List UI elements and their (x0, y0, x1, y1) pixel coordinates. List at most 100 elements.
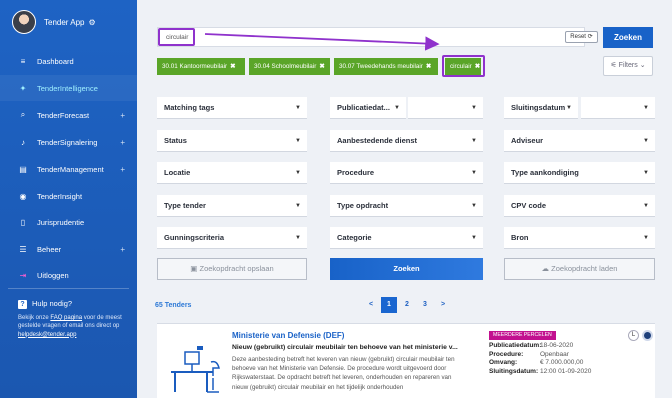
help-title: Hulp nodig? (32, 299, 73, 308)
caret-down-icon: ▼ (295, 235, 301, 241)
faq-link[interactable]: FAQ pagina (50, 315, 82, 321)
sidebar-item-label: TenderSignalering (37, 137, 98, 147)
caret-down-icon: ▼ (643, 170, 649, 176)
filter-sluitingsdatum[interactable]: Sluitingsdatum ▼ (504, 97, 578, 119)
load-search-button[interactable]: ☁ Zoekopdracht laden (504, 258, 655, 280)
lightbulb-icon: ✦ (19, 83, 27, 93)
filter-type-opdracht[interactable]: Type opdracht ▼ (330, 195, 483, 217)
close-icon[interactable]: ✖ (319, 63, 324, 70)
eye-icon: ◉ (19, 191, 27, 201)
filter-matching-tags[interactable]: Matching tags ▼ (157, 97, 307, 119)
caret-down-icon: ▼ (295, 105, 301, 111)
tender-description: Deze aanbesteding betreft het leveren va… (232, 356, 455, 391)
filter-status[interactable]: Status ▼ (157, 130, 307, 152)
status-dot-icon[interactable] (642, 330, 653, 341)
cloud-download-icon: ☁ (541, 264, 550, 273)
caret-down-icon: ▼ (394, 105, 400, 111)
tag-label: 30.04 Schoolmeubilair (254, 63, 317, 70)
sidebar-item-label: Uitloggen (37, 270, 69, 280)
status-badge: MEERDERE PERCELEN (489, 331, 556, 340)
sidebar-item-tendersignalering[interactable]: ♪ TenderSignalering + (0, 129, 137, 155)
expand-icon[interactable]: + (120, 245, 125, 254)
sidebar-item-tenderforecast[interactable]: ⌕ TenderForecast + (0, 102, 137, 128)
caret-down-icon: ▼ (643, 105, 649, 111)
search-icon: ⌕ (20, 110, 26, 119)
caret-down-icon: ▼ (471, 138, 477, 144)
chevron-down-icon: ⌄ (639, 62, 646, 69)
search-button[interactable]: Zoeken (603, 27, 653, 48)
sidebar-item-tenderinsight[interactable]: ◉ TenderInsight (0, 183, 137, 209)
tag-chip[interactable]: 30.04 Schoolmeubilair ✖ (249, 58, 330, 75)
tender-title[interactable]: Nieuw (gebruikt) circulair meubilair ten… (232, 344, 464, 351)
page-button-3[interactable]: 3 (417, 297, 433, 313)
page-button-2[interactable]: 2 (399, 297, 415, 313)
filter-sluitingsdatum-value[interactable]: ▼ (581, 97, 655, 119)
filter-publicatiedatum-value[interactable]: ▼ (408, 97, 483, 119)
page-next-button[interactable]: > (435, 297, 451, 313)
sidebar-item-tenderintelligence[interactable]: ✦ TenderIntelligence (0, 75, 137, 101)
help-text: Bekijk onze FAQ pagina voor de meest ges… (18, 315, 122, 338)
document-icon: ▯ (20, 217, 26, 227)
filter-publicatiedatum[interactable]: Publicatiedat... ▼ (330, 97, 406, 119)
sliders-icon: ☰ (19, 244, 27, 254)
tag-chip[interactable]: 30.01 Kantoormeubilair ✖ (157, 58, 245, 75)
caret-down-icon: ▼ (471, 105, 477, 111)
close-icon[interactable]: ✖ (426, 63, 431, 70)
filter-adviseur[interactable]: Adviseur ▼ (504, 130, 655, 152)
sidebar-item-tendermanagement[interactable]: ▤ TenderManagement + (0, 156, 137, 182)
letter-badge[interactable]: L (628, 330, 639, 341)
close-icon[interactable]: ✖ (230, 63, 235, 70)
pagination: < 1 2 3 > (363, 297, 453, 313)
sidebar-item-uitloggen[interactable]: ⇥ Uitloggen (0, 262, 137, 288)
helpdesk-email-link[interactable]: helpdesk@tender.app (18, 332, 76, 338)
page-button-1[interactable]: 1 (381, 297, 397, 313)
reset-button[interactable]: Reset ⟳ (565, 31, 598, 43)
sidebar-item-beheer[interactable]: ☰ Beheer + (0, 236, 137, 262)
caret-down-icon: ▼ (643, 235, 649, 241)
filter-locatie[interactable]: Locatie ▼ (157, 162, 307, 184)
logout-icon: ⇥ (19, 270, 27, 280)
search-bar[interactable] (157, 27, 585, 47)
bell-icon: ♪ (21, 137, 25, 147)
caret-down-icon: ▼ (295, 203, 301, 209)
sidebar-item-jurisprudentie[interactable]: ▯ Jurisprudentie (0, 209, 137, 235)
caret-down-icon: ▼ (471, 203, 477, 209)
filter-bron[interactable]: Bron ▼ (504, 227, 655, 249)
avatar[interactable] (12, 10, 36, 34)
expand-icon[interactable]: + (120, 138, 125, 147)
dashboard-icon: ≡ (20, 56, 26, 66)
tag-label: 30.01 Kantoormeubilair (162, 63, 228, 70)
tag-highlight-box (442, 55, 485, 77)
sidebar-item-label: TenderInsight (37, 191, 83, 201)
page-prev-button[interactable]: < (363, 297, 379, 313)
sidebar-divider (8, 288, 129, 289)
filter-cpv-code[interactable]: CPV code ▼ (504, 195, 655, 217)
zoeken-button[interactable]: Zoeken (330, 258, 483, 280)
sidebar-item-label: Beheer (37, 244, 62, 254)
expand-icon[interactable]: + (120, 111, 125, 120)
search-highlight-box (158, 28, 195, 46)
tender-organization[interactable]: Ministerie van Defensie (DEF) (232, 331, 344, 340)
expand-icon[interactable]: + (120, 165, 125, 174)
caret-down-icon: ▼ (471, 170, 477, 176)
sidebar-item-dashboard[interactable]: ≡ Dashboard (0, 48, 137, 74)
tender-card[interactable]: Ministerie van Defensie (DEF) Nieuw (geb… (157, 323, 655, 398)
filters-button[interactable]: ⚟ Filters ⌄ (603, 56, 653, 76)
sidebar-item-label: TenderManagement (37, 164, 104, 174)
sidebar-item-label: TenderIntelligence (37, 83, 98, 93)
filter-categorie[interactable]: Categorie ▼ (330, 227, 483, 249)
sidebar-item-label: TenderForecast (37, 110, 90, 120)
save-search-button[interactable]: ▣ Zoekopdracht opslaan (157, 258, 307, 280)
filter-type-aankondiging[interactable]: Type aankondiging ▼ (504, 162, 655, 184)
filter-aanbestedende-dienst[interactable]: Aanbestedende dienst ▼ (330, 130, 483, 152)
filter-procedure[interactable]: Procedure ▼ (330, 162, 483, 184)
filter-gunningscriteria[interactable]: Gunningscriteria ▼ (157, 227, 307, 249)
tag-chip[interactable]: 30.07 Tweedehands meubilair ✖ (334, 58, 438, 75)
tag-label: 30.07 Tweedehands meubilair (339, 63, 423, 70)
filters-label: Filters (618, 62, 638, 69)
filter-type-tender[interactable]: Type tender ▼ (157, 195, 307, 217)
gear-icon[interactable]: ⚙ (88, 18, 95, 27)
save-icon: ▣ (190, 264, 198, 273)
filter-icon: ⚟ (610, 62, 617, 69)
sidebar-item-label: Dashboard (37, 56, 74, 66)
